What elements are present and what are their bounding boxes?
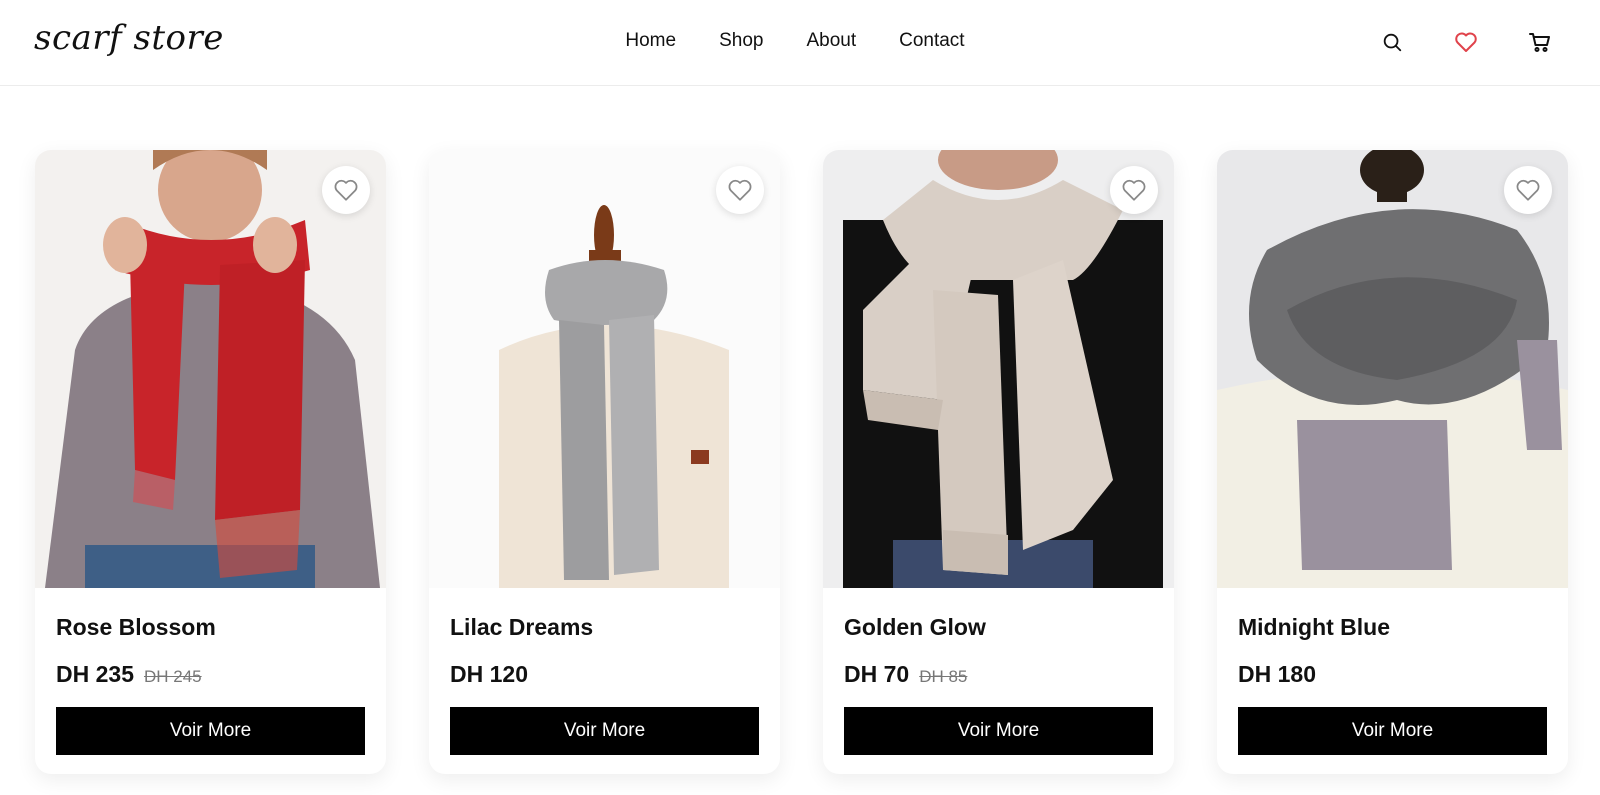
product-price: DH 70 <box>844 661 910 687</box>
product-image[interactable] <box>823 150 1174 588</box>
nav-shop[interactable]: Shop <box>719 30 763 52</box>
product-grid: Rose Blossom DH 235 DH 245 Voir More Lil… <box>35 150 1568 774</box>
product-card[interactable]: Rose Blossom DH 235 DH 245 Voir More <box>35 150 386 774</box>
voir-more-button[interactable]: Voir More <box>844 707 1153 755</box>
product-name: Golden Glow <box>844 614 986 640</box>
product-card[interactable]: Lilac Dreams DH 120 Voir More <box>429 150 780 774</box>
price-row: DH 120 <box>450 661 759 691</box>
nav-contact[interactable]: Contact <box>899 30 964 52</box>
price-row: DH 70 DH 85 <box>844 661 1153 691</box>
header-actions <box>1378 28 1554 56</box>
product-name: Lilac Dreams <box>450 614 594 640</box>
price-row: DH 180 <box>1238 661 1547 691</box>
product-name: Rose Blossom <box>56 614 216 640</box>
favorite-button[interactable] <box>716 166 764 214</box>
site-header: scarf store Home Shop About Contact <box>0 0 1600 86</box>
main-nav: Home Shop About Contact <box>0 30 1600 52</box>
original-price: DH 245 <box>143 667 202 686</box>
favorite-button[interactable] <box>1110 166 1158 214</box>
nav-home[interactable]: Home <box>625 30 676 52</box>
product-name: Midnight Blue <box>1238 614 1391 640</box>
product-price: DH 180 <box>1238 661 1316 687</box>
product-image[interactable] <box>429 150 780 588</box>
heart-icon[interactable] <box>1452 28 1480 56</box>
favorite-button[interactable] <box>1504 166 1552 214</box>
voir-more-button[interactable]: Voir More <box>56 707 365 755</box>
search-icon[interactable] <box>1378 28 1406 56</box>
cart-icon[interactable] <box>1526 28 1554 56</box>
product-price: DH 120 <box>450 661 528 687</box>
voir-more-button[interactable]: Voir More <box>450 707 759 755</box>
price-row: DH 235 DH 245 <box>56 661 365 691</box>
favorite-button[interactable] <box>322 166 370 214</box>
voir-more-button[interactable]: Voir More <box>1238 707 1547 755</box>
product-card[interactable]: Golden Glow DH 70 DH 85 Voir More <box>823 150 1174 774</box>
product-image[interactable] <box>1217 150 1568 588</box>
nav-about[interactable]: About <box>806 30 856 52</box>
product-image[interactable] <box>35 150 386 588</box>
product-price: DH 235 <box>56 661 134 687</box>
product-card[interactable]: Midnight Blue DH 180 Voir More <box>1217 150 1568 774</box>
original-price: DH 85 <box>919 667 968 686</box>
